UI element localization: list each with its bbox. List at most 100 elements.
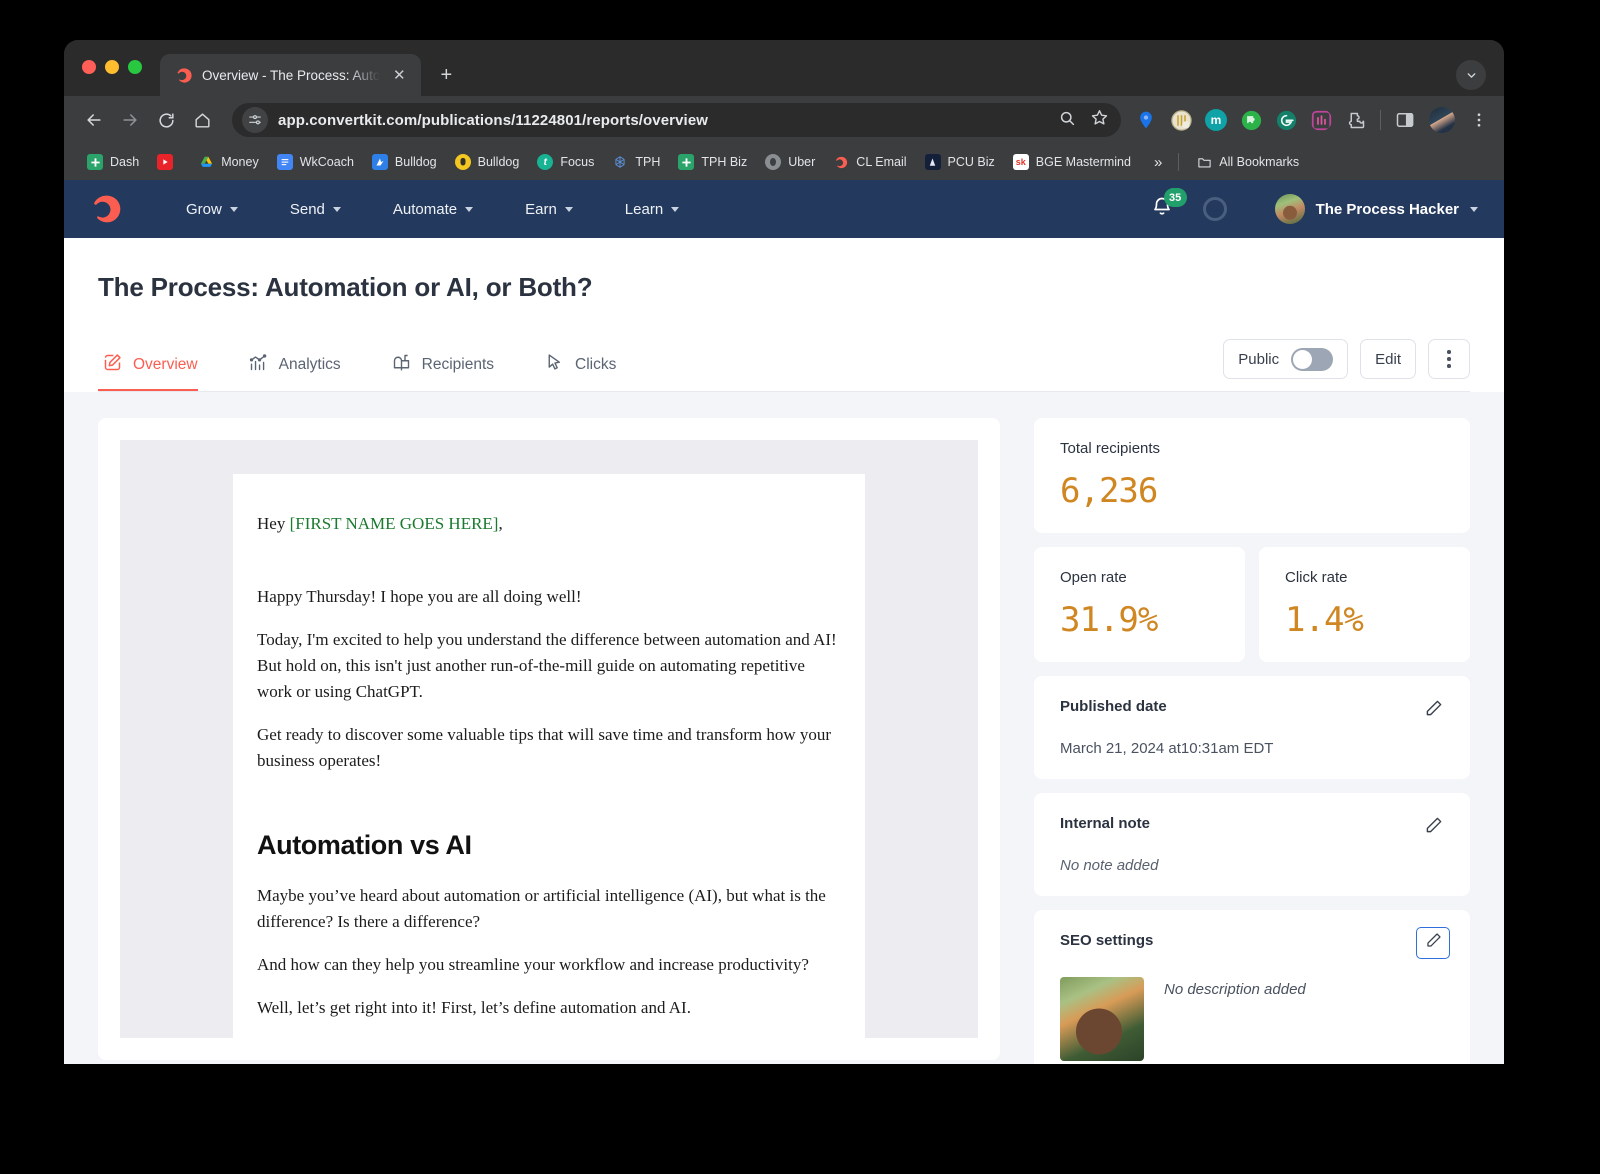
email-paragraph: Maybe you’ve heard about automation or a… [257,886,826,931]
url-text: app.convertkit.com/publications/11224801… [278,111,709,129]
close-tab-button[interactable]: ✕ [389,65,409,85]
stats-sidebar: Total recipients 6,236 Open rate 31.9% C… [1034,418,1470,1064]
all-bookmarks-button[interactable]: All Bookmarks [1187,148,1308,176]
nav-item-learn[interactable]: Learn [599,201,705,218]
dash-icon [87,154,103,170]
bookmark-uber[interactable]: Uber [756,148,824,176]
email-paragraph: Well, let’s get right into it! First, le… [257,998,691,1017]
bookmarks-divider [1178,153,1180,171]
nav-item-send[interactable]: Send [264,201,367,218]
tab-analytics[interactable]: Analytics [244,352,361,391]
internal-note-label: Internal note [1060,815,1151,832]
bookmark-label: Money [221,155,259,169]
extensions-row: m [1135,107,1490,133]
notifications-button[interactable]: 35 [1145,188,1187,226]
edit-pencil-icon[interactable] [1423,815,1444,841]
address-bar[interactable]: app.convertkit.com/publications/11224801… [232,103,1121,137]
dot [1447,350,1451,354]
tab-overview[interactable]: Overview [98,352,218,391]
tab-recipients[interactable]: Recipients [387,352,514,391]
open-rate-value: 31.9% [1060,600,1158,640]
email-paragraph: Get ready to discover some valuable tips… [257,725,832,770]
nav-item-grow[interactable]: Grow [160,201,264,218]
progress-ring-icon[interactable] [1202,197,1227,221]
toggl-icon: t [537,154,554,170]
mastodon-extension-icon[interactable]: m [1205,109,1227,131]
convertkit-logo[interactable] [90,192,124,226]
bookmark-label: Bulldog [477,155,520,169]
nav-label: Automate [392,200,458,218]
back-icon[interactable] [78,104,110,136]
more-options-button[interactable] [1428,339,1470,379]
bookmarks-overflow-button[interactable]: » [1146,154,1170,171]
tab-title: Overview - The Process: Auto [202,67,381,83]
bookmark-focus[interactable]: t Focus [528,148,603,176]
badge-extension-icon[interactable] [1170,109,1192,131]
bookmark-star-icon[interactable] [1090,108,1109,132]
bookmark-money[interactable]: Money [189,148,268,176]
uber-face-icon [765,154,782,170]
nav-item-automate[interactable]: Automate [367,201,499,218]
chrome-menu-icon[interactable] [1468,109,1490,131]
maximize-window-button[interactable] [128,60,142,74]
chevron-down-icon [465,206,474,212]
primary-nav: Grow Send Automate Earn Learn [160,201,705,218]
email-preview-frame: Hey [FIRST NAME GOES HERE], Happy Thursd… [120,440,978,1038]
public-toggle[interactable]: Public [1223,339,1349,379]
user-menu[interactable]: The Process Hacker [1274,194,1478,224]
chevron-down-icon [671,206,680,212]
tab-clicks[interactable]: Clicks [540,352,636,391]
profile-avatar[interactable] [1429,107,1455,133]
sk-icon: sk [1012,154,1029,170]
bookmark-pcu-biz[interactable]: PCU Biz [916,148,1004,176]
bookmark-wkcoach[interactable]: WkCoach [268,148,363,176]
tab-label: Clicks [575,356,617,373]
new-tab-button[interactable]: + [431,60,461,90]
bookmark-bge-mastermind[interactable]: sk BGE Mastermind [1004,148,1140,176]
blue-bulldog-icon [371,154,388,170]
crest-bulldog-icon [454,154,471,170]
public-switch[interactable] [1291,347,1334,371]
window-controls [82,40,142,96]
seo-thumbnail [1060,977,1144,1061]
grammarly-extension-icon[interactable] [1275,109,1297,131]
bookmark-dash[interactable]: Dash [78,148,148,176]
side-panel-icon[interactable] [1394,109,1416,131]
chevron-down-icon[interactable] [1456,60,1486,90]
nav-item-earn[interactable]: Earn [499,201,599,218]
site-settings-icon[interactable] [242,107,268,133]
bars-extension-icon[interactable] [1310,109,1332,131]
edit-button[interactable]: Edit [1360,339,1416,379]
bar-chart-icon [248,352,269,378]
seo-edit-button[interactable] [1416,927,1450,959]
minimize-window-button[interactable] [105,60,119,74]
convertkit-icon [176,67,193,84]
reload-icon[interactable] [150,104,182,136]
home-icon[interactable] [186,104,218,136]
forward-icon[interactable] [114,104,146,136]
bookmark-youtube[interactable] [148,148,189,176]
open-rate-label: Open rate [1060,569,1127,586]
puzzle-green-extension-icon[interactable] [1240,109,1262,131]
pin-extension-icon[interactable] [1135,109,1157,131]
bookmark-cl-email[interactable]: CL Email [824,148,915,176]
google-drive-icon [198,154,214,170]
chevron-down-icon [229,206,238,212]
browser-tab[interactable]: Overview - The Process: Auto ✕ [160,54,422,96]
bookmark-bulldog-crest[interactable]: Bulldog [446,148,529,176]
app-viewport: Grow Send Automate Earn Learn 35 The Pro… [64,180,1504,1064]
bookmark-bulldog-blue[interactable]: Bulldog [363,148,446,176]
search-icon[interactable] [1058,109,1076,132]
extensions-puzzle-icon[interactable] [1345,109,1367,131]
close-window-button[interactable] [82,60,96,74]
bookmark-label: PCU Biz [947,155,995,169]
total-recipients-value: 6,236 [1060,471,1158,511]
edit-pencil-icon[interactable] [1423,698,1444,724]
bookmark-tph-biz[interactable]: TPH Biz [669,148,756,176]
google-docs-icon [276,154,293,170]
tab-strip: Overview - The Process: Auto ✕ + [64,40,1504,96]
bookmark-tph[interactable]: TPH [603,148,669,176]
merge-tag: [FIRST NAME GOES HERE] [289,514,499,533]
user-avatar [1274,194,1305,224]
chevron-down-icon [332,206,341,212]
